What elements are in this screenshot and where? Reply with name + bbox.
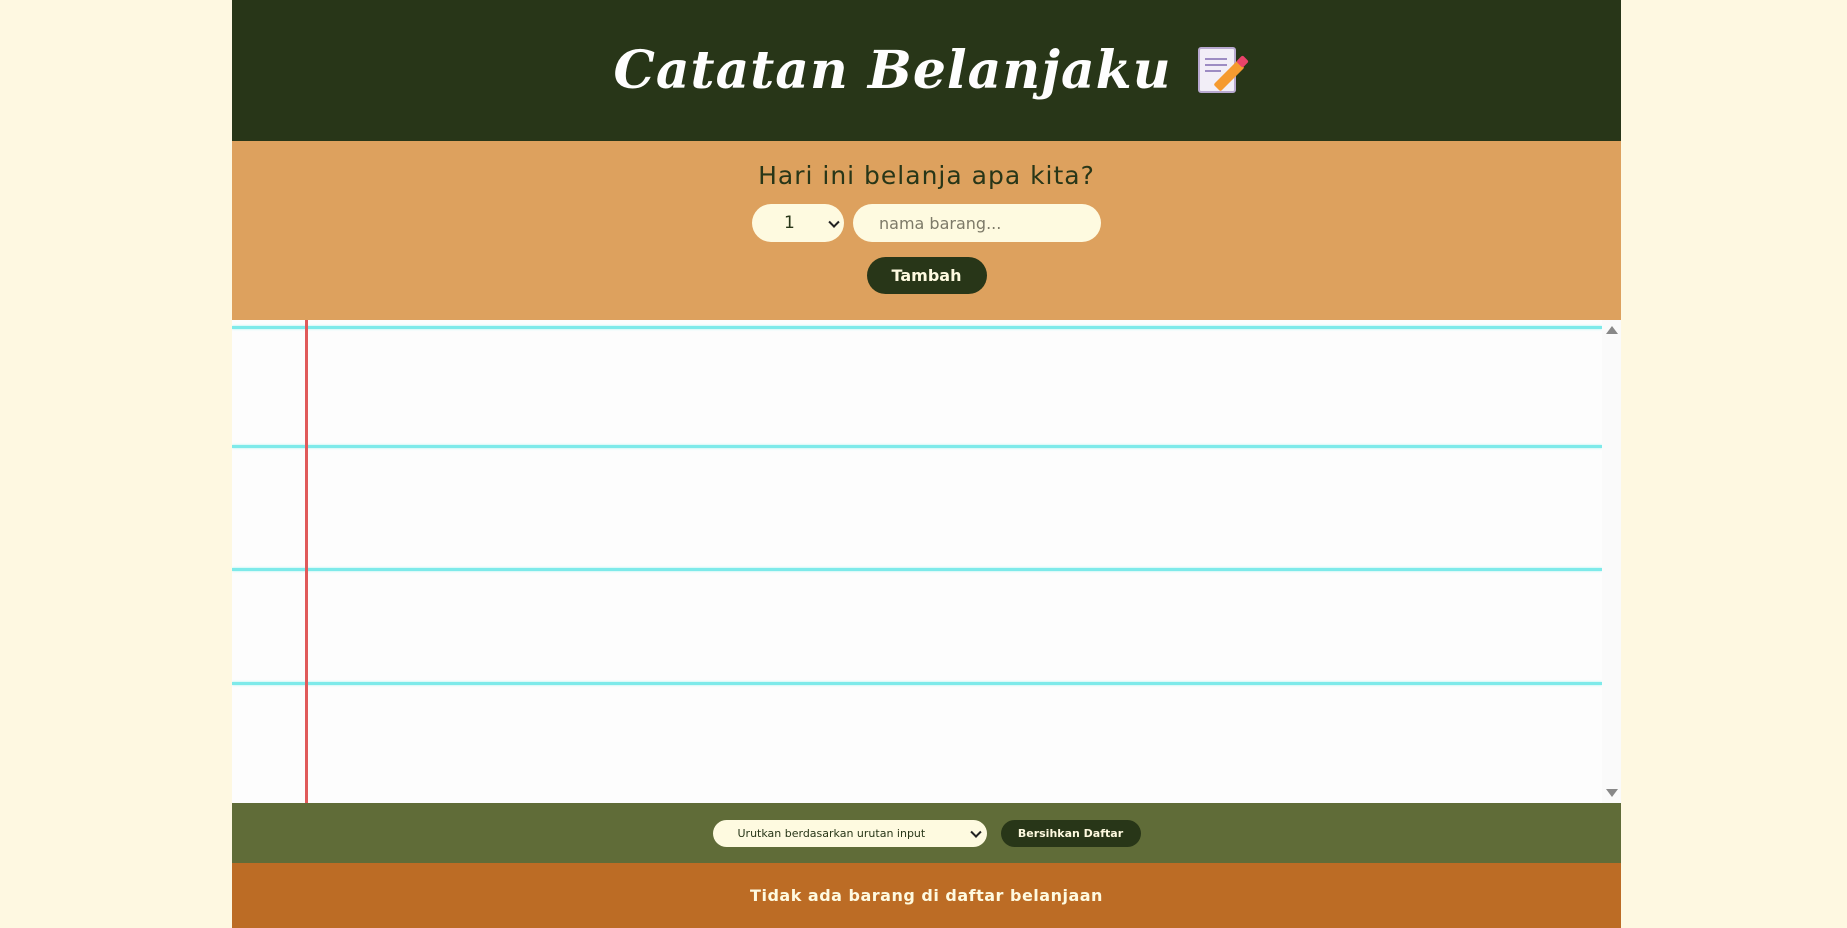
stats-text: Tidak ada barang di daftar belanjaan — [750, 886, 1103, 905]
clear-list-button[interactable]: Bersihkan Daftar — [1000, 819, 1141, 847]
sort-select[interactable]: Urutkan berdasarkan urutan input — [712, 819, 987, 847]
chevron-down-icon — [969, 826, 982, 838]
form-row: 1 — [752, 204, 1101, 242]
scroll-down-arrow-icon[interactable] — [1606, 789, 1618, 797]
stats-footer: Tidak ada barang di daftar belanjaan — [232, 863, 1621, 928]
scroll-up-arrow-icon[interactable] — [1606, 326, 1618, 334]
page-title: Catatan Belanjaku — [613, 40, 1249, 101]
add-button[interactable]: Tambah — [866, 257, 987, 294]
ruled-line — [232, 445, 1602, 448]
chevron-down-icon — [828, 216, 840, 228]
shopping-list-area — [232, 320, 1621, 803]
list-actions: Urutkan berdasarkan urutan input Bersihk… — [232, 803, 1621, 863]
form-question: Hari ini belanja apa kita? — [758, 161, 1095, 190]
margin-line — [305, 320, 308, 803]
sort-value: Urutkan berdasarkan urutan input — [737, 826, 926, 840]
ruled-line — [232, 682, 1602, 685]
list-scrollbar[interactable] — [1602, 320, 1621, 803]
add-item-form: Hari ini belanja apa kita? 1 Tambah — [232, 141, 1621, 320]
app-container: Catatan Belanjaku Hari ini belanja apa k… — [232, 0, 1621, 928]
quantity-value: 1 — [784, 213, 795, 233]
item-name-input[interactable] — [853, 204, 1101, 242]
app-header: Catatan Belanjaku — [232, 0, 1621, 141]
quantity-select[interactable]: 1 — [752, 204, 844, 242]
title-text: Catatan Belanjaku — [613, 40, 1172, 101]
ruled-line — [232, 326, 1602, 329]
memo-icon — [1197, 46, 1249, 95]
ruled-line — [232, 568, 1602, 571]
